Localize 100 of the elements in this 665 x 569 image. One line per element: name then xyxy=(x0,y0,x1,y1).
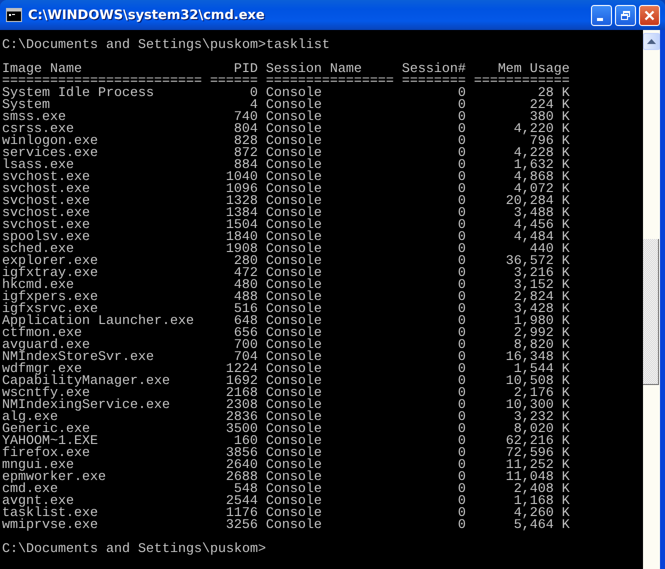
table-cell: 0 xyxy=(458,136,466,148)
table-cell: 488 xyxy=(234,292,258,304)
table-cell: 4,260 K xyxy=(514,508,570,520)
header-rule: ======== xyxy=(402,76,466,88)
table-cell: ctfmon.exe xyxy=(2,328,82,340)
table-cell: 1,980 K xyxy=(514,316,570,328)
table-cell: 5,464 K xyxy=(514,520,570,532)
table-cell: 3256 xyxy=(226,520,258,532)
table-cell: 804 xyxy=(234,124,258,136)
table-cell: 72,596 K xyxy=(506,448,570,460)
table-cell: 3856 xyxy=(226,448,258,460)
table-cell: 0 xyxy=(458,280,466,292)
table-cell: 224 K xyxy=(530,100,570,112)
column-header: Image Name xyxy=(2,64,82,76)
table-cell: 1384 xyxy=(226,208,258,220)
table-cell: Generic.exe xyxy=(2,424,90,436)
table-cell: Application Launcher.exe xyxy=(2,316,194,328)
table-cell: avgnt.exe xyxy=(2,496,74,508)
table-cell: 36,572 K xyxy=(506,256,570,268)
table-cell: avguard.exe xyxy=(2,340,90,352)
header-rule: ====== xyxy=(210,76,258,88)
table-cell: spoolsv.exe xyxy=(2,232,90,244)
table-cell: 0 xyxy=(458,436,466,448)
table-cell: 0 xyxy=(458,412,466,424)
column-header: Mem Usage xyxy=(498,64,570,76)
table-cell: 828 xyxy=(234,136,258,148)
scrollbar-thumb[interactable] xyxy=(643,239,659,385)
table-cell: 2308 xyxy=(226,400,258,412)
table-cell: 0 xyxy=(458,508,466,520)
table-cell: wscntfy.exe xyxy=(2,388,90,400)
restore-icon xyxy=(620,10,631,20)
table-cell: 1692 xyxy=(226,376,258,388)
close-button[interactable] xyxy=(639,4,660,26)
table-cell: 0 xyxy=(458,208,466,220)
minimize-button[interactable] xyxy=(591,4,612,26)
table-cell: 2,408 K xyxy=(514,484,570,496)
table-cell: explorer.exe xyxy=(2,256,98,268)
table-cell: 1224 xyxy=(226,364,258,376)
table-cell: 1504 xyxy=(226,220,258,232)
table-cell: 0 xyxy=(458,196,466,208)
table-cell: CapabilityManager.exe xyxy=(2,376,170,388)
table-cell: 440 K xyxy=(530,244,570,256)
minimize-icon xyxy=(597,18,603,20)
table-cell: 0 xyxy=(458,100,466,112)
table-cell: 796 K xyxy=(530,136,570,148)
table-cell: smss.exe xyxy=(2,112,66,124)
table-cell: 4 xyxy=(250,100,258,112)
table-cell: 10,508 K xyxy=(506,376,570,388)
table-cell: igfxsrvc.exe xyxy=(2,304,98,316)
table-cell: wmiprvse.exe xyxy=(2,520,98,532)
table-cell: 0 xyxy=(458,256,466,268)
table-cell: 3,216 K xyxy=(514,268,570,280)
table-cell: 3500 xyxy=(226,424,258,436)
table-cell: 8,820 K xyxy=(514,340,570,352)
table-cell: epmworker.exe xyxy=(2,472,106,484)
table-cell: winlogon.exe xyxy=(2,136,98,148)
table-cell: 1,632 K xyxy=(514,160,570,172)
table-cell: 2640 xyxy=(226,460,258,472)
table-cell: 4,484 K xyxy=(514,232,570,244)
table-cell: 0 xyxy=(458,268,466,280)
table-cell: 1840 xyxy=(226,232,258,244)
table-cell: igfxtray.exe xyxy=(2,268,98,280)
table-cell: 0 xyxy=(458,124,466,136)
table-cell: 872 xyxy=(234,148,258,160)
table-cell: 0 xyxy=(458,400,466,412)
table-cell: 2,176 K xyxy=(514,388,570,400)
table-cell: 0 xyxy=(458,496,466,508)
table-cell: Console xyxy=(266,520,322,532)
table-cell: 160 xyxy=(234,436,258,448)
command-prompt: C:\Documents and Settings\puskom> xyxy=(2,544,267,556)
table-cell: 472 xyxy=(234,268,258,280)
table-cell: firefox.exe xyxy=(2,448,90,460)
table-cell: 0 xyxy=(458,328,466,340)
table-cell: 0 xyxy=(458,364,466,376)
table-cell: wdfmgr.exe xyxy=(2,364,82,376)
table-cell: 0 xyxy=(458,340,466,352)
table-cell: 0 xyxy=(458,112,466,124)
table-cell: 656 xyxy=(234,328,258,340)
table-cell: 0 xyxy=(458,172,466,184)
table-cell: 2,824 K xyxy=(514,292,570,304)
table-cell: 648 xyxy=(234,316,258,328)
table-cell: 704 xyxy=(234,352,258,364)
table-cell: cmd.exe xyxy=(2,484,58,496)
table-cell: 0 xyxy=(458,448,466,460)
table-cell: 0 xyxy=(458,388,466,400)
table-cell: 1,168 K xyxy=(514,496,570,508)
scroll-up-button[interactable] xyxy=(643,33,660,50)
table-cell: 0 xyxy=(458,472,466,484)
table-cell: 0 xyxy=(458,232,466,244)
table-cell: 2168 xyxy=(226,388,258,400)
table-cell: 16,348 K xyxy=(506,352,570,364)
table-cell: igfxpers.exe xyxy=(2,292,98,304)
table-cell: 0 xyxy=(458,376,466,388)
header-rule: ============ xyxy=(474,76,570,88)
restore-button[interactable] xyxy=(615,4,636,26)
table-cell: NMIndexingService.exe xyxy=(2,400,170,412)
column-header: Session# xyxy=(402,64,466,76)
table-cell: 2836 xyxy=(226,412,258,424)
table-cell: 11,048 K xyxy=(506,472,570,484)
table-cell: 2544 xyxy=(226,496,258,508)
